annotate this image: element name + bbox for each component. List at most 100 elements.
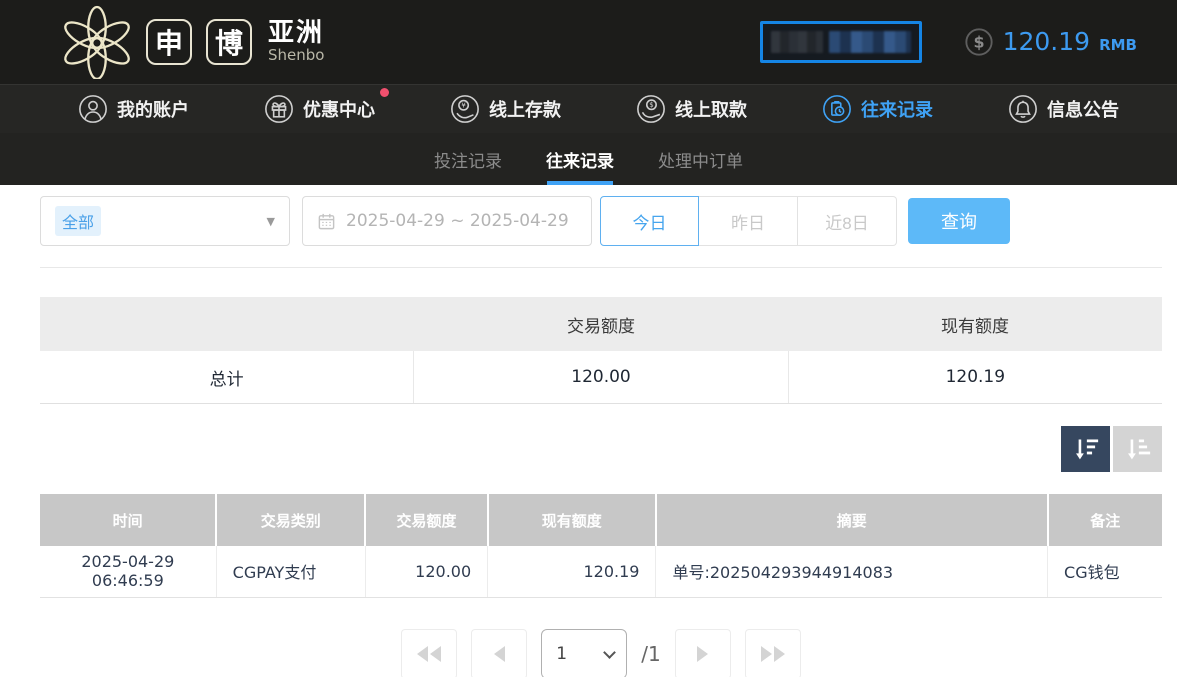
nav-item-transaction-records[interactable]: 往来记录 xyxy=(822,94,933,124)
svg-text:¥: ¥ xyxy=(461,101,466,110)
summary-header-empty xyxy=(40,297,414,351)
nav-item-announcements[interactable]: 信息公告 xyxy=(1008,94,1119,124)
svg-text:$: $ xyxy=(973,33,984,52)
first-page-button[interactable] xyxy=(401,629,457,677)
sort-descending-icon xyxy=(1072,436,1100,462)
summary-header-transaction: 交易额度 xyxy=(414,297,788,351)
brand-latin: Shenbo xyxy=(268,48,324,64)
sub-nav: 投注记录 往来记录 处理中订单 xyxy=(0,133,1177,185)
brand-logo[interactable]: 申 博 亚洲 Shenbo xyxy=(62,5,324,79)
query-button[interactable]: 查询 xyxy=(908,198,1010,244)
transaction-records-page: 申 博 亚洲 Shenbo $ 120.19 RMB xyxy=(0,0,1177,677)
tab-betting-records[interactable]: 投注记录 xyxy=(434,133,502,185)
transaction-records-icon xyxy=(822,94,852,124)
summary-total-balance: 120.19 xyxy=(789,351,1162,403)
double-left-arrow-icon xyxy=(417,646,428,662)
sort-ascending-button[interactable] xyxy=(1113,426,1162,472)
username-redacted-avatar xyxy=(771,31,823,53)
summary-table: 交易额度 现有额度 总计 120.00 120.19 xyxy=(40,297,1162,404)
summary-total-row: 总计 120.00 120.19 xyxy=(40,351,1162,404)
cell-transaction-type: CGPAY支付 xyxy=(216,546,365,597)
withdraw-coin-icon: $ xyxy=(636,94,666,124)
tab-label: 往来记录 xyxy=(546,147,614,172)
tab-pending-orders[interactable]: 处理中订单 xyxy=(658,133,743,185)
main-content: 全部 ▼ 2025-04-29 ~ 2025-04-29 今日 xyxy=(0,196,1177,677)
balance-amount: 120.19 xyxy=(1003,27,1090,56)
nav-label: 优惠中心 xyxy=(303,96,375,122)
chevron-down-icon: ▼ xyxy=(267,215,275,228)
nav-label: 信息公告 xyxy=(1047,96,1119,122)
dollar-coin-icon: $ xyxy=(964,27,994,57)
nav-item-deposit[interactable]: ¥ 线上存款 xyxy=(450,94,561,124)
header-transaction-type: 交易类别 xyxy=(216,494,365,546)
brand-region: 亚洲 xyxy=(268,20,324,47)
pagination: 1 /1 xyxy=(40,629,1162,677)
yesterday-button[interactable]: 昨日 xyxy=(699,196,798,246)
header-note: 备注 xyxy=(1048,494,1162,546)
sort-descending-button[interactable] xyxy=(1061,426,1110,472)
summary-header-row: 交易额度 现有额度 xyxy=(40,297,1162,351)
last-8-days-button[interactable]: 近8日 xyxy=(798,196,897,246)
user-icon xyxy=(78,94,108,124)
records-table: 时间 交易类别 交易额度 现有额度 摘要 备注 2025-04-29 06:46… xyxy=(40,494,1162,598)
lotus-flower-icon xyxy=(62,5,132,79)
header-summary: 摘要 xyxy=(656,494,1048,546)
date-range-value: 2025-04-29 ~ 2025-04-29 xyxy=(346,211,569,231)
bell-icon xyxy=(1008,94,1038,124)
previous-page-button[interactable] xyxy=(471,629,527,677)
filter-row: 全部 ▼ 2025-04-29 ~ 2025-04-29 今日 xyxy=(40,196,1162,246)
nav-label: 线上取款 xyxy=(675,96,747,122)
right-arrow-icon xyxy=(697,646,708,662)
balance-currency: RMB xyxy=(1099,36,1137,54)
cell-time: 2025-04-29 06:46:59 xyxy=(40,546,216,597)
nav-item-withdraw[interactable]: $ 线上取款 xyxy=(636,94,747,124)
last-page-button[interactable] xyxy=(745,629,801,677)
main-nav: 我的账户 优惠中心 ¥ 线上存款 xyxy=(0,84,1177,133)
header-time: 时间 xyxy=(40,494,216,546)
tab-label: 投注记录 xyxy=(434,147,502,172)
header-current-balance: 现有额度 xyxy=(488,494,656,546)
page-select[interactable]: 1 xyxy=(541,629,627,677)
date-range-input[interactable]: 2025-04-29 ~ 2025-04-29 xyxy=(302,196,592,246)
total-pages-label: /1 xyxy=(641,642,660,666)
tab-transaction-records[interactable]: 往来记录 xyxy=(546,133,614,185)
double-right-arrow-icon xyxy=(761,646,772,662)
nav-label: 线上存款 xyxy=(489,96,561,122)
cell-transaction-amount: 120.00 xyxy=(365,546,487,597)
page-select-wrap: 1 xyxy=(541,629,627,677)
transaction-type-dropdown[interactable]: 全部 ▼ xyxy=(40,196,290,246)
summary-total-label: 总计 xyxy=(40,351,414,403)
nav-item-promotions[interactable]: 优惠中心 xyxy=(264,94,375,124)
username-redacted-box[interactable] xyxy=(760,21,922,63)
sort-controls xyxy=(40,426,1162,472)
nav-label: 我的账户 xyxy=(117,96,189,122)
section-divider xyxy=(40,267,1162,268)
cell-note: CG钱包 xyxy=(1048,546,1162,597)
quick-date-button-group: 今日 昨日 近8日 xyxy=(600,196,897,246)
left-arrow-icon xyxy=(494,646,505,662)
next-page-button[interactable] xyxy=(675,629,731,677)
cell-summary: 单号:202504293944914083 xyxy=(656,546,1048,597)
summary-header-balance: 现有额度 xyxy=(788,297,1162,351)
top-header: 申 博 亚洲 Shenbo $ 120.19 RMB xyxy=(0,0,1177,84)
active-tab-underline xyxy=(547,181,613,185)
notification-dot xyxy=(380,88,389,97)
sort-ascending-icon xyxy=(1124,436,1152,462)
summary-total-transaction: 120.00 xyxy=(414,351,788,403)
calendar-icon xyxy=(317,212,336,231)
deposit-coin-icon: ¥ xyxy=(450,94,480,124)
tab-label: 处理中订单 xyxy=(658,147,743,172)
header-transaction-amount: 交易额度 xyxy=(365,494,487,546)
username-redacted-text xyxy=(829,31,911,53)
svg-text:$: $ xyxy=(649,100,653,109)
balance-display: $ 120.19 RMB xyxy=(964,27,1137,57)
table-row: 2025-04-29 06:46:59 CGPAY支付 120.00 120.1… xyxy=(40,546,1162,597)
selected-type-tag: 全部 xyxy=(55,206,101,236)
today-button[interactable]: 今日 xyxy=(600,196,699,246)
cell-current-balance: 120.19 xyxy=(488,546,656,597)
nav-item-my-account[interactable]: 我的账户 xyxy=(78,94,189,124)
brand-char-bo: 博 xyxy=(206,19,252,65)
records-header-row: 时间 交易类别 交易额度 现有额度 摘要 备注 xyxy=(40,494,1162,546)
brand-char-shen: 申 xyxy=(146,19,192,65)
nav-label: 往来记录 xyxy=(861,96,933,122)
